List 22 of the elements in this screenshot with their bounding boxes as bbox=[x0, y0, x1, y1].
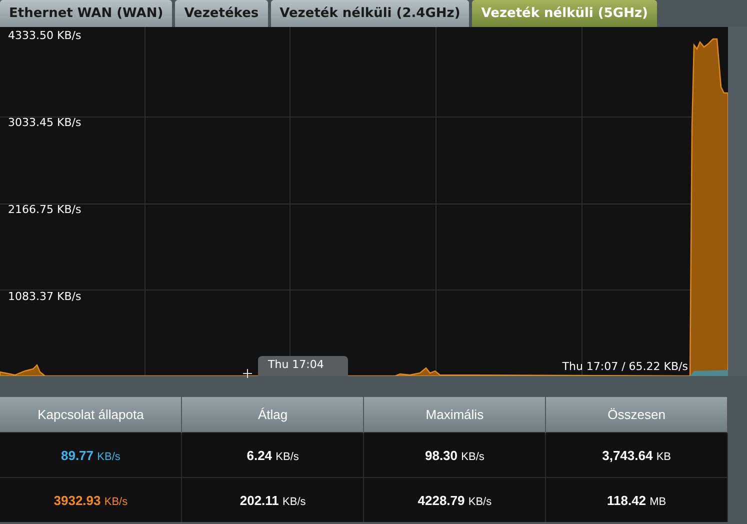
table-cell: 89.77 KB/s bbox=[0, 432, 182, 478]
tab[interactable]: Vezetékes bbox=[175, 0, 268, 27]
table-cell: 4228.79 KB/s bbox=[364, 478, 546, 522]
axis-label: 3033.45 KB/s bbox=[8, 116, 82, 129]
column-header: Átlag bbox=[182, 397, 364, 432]
current-reading: Thu 17:07 / 65.22 KB/s bbox=[562, 360, 688, 373]
axis-label: 2166.75 KB/s bbox=[8, 203, 82, 216]
table-cell: 98.30 KB/s bbox=[364, 432, 546, 478]
column-header: Összesen bbox=[546, 397, 728, 432]
table-cell: 3,743.64 KB bbox=[546, 432, 728, 478]
axis-label: 4333.50 KB/s bbox=[8, 29, 82, 42]
table-cell: 202.11 KB/s bbox=[182, 478, 364, 522]
tooltip: Thu 17:04 bbox=[258, 356, 348, 376]
table-cell: 118.42 MB bbox=[546, 478, 728, 522]
tab[interactable]: Vezeték nélküli (2.4GHz) bbox=[270, 0, 470, 27]
upload-area bbox=[690, 370, 728, 376]
column-header: Maximális bbox=[364, 397, 546, 432]
column-header: Kapcsolat állapota bbox=[0, 397, 182, 432]
tab[interactable]: Ethernet WAN (WAN) bbox=[0, 0, 172, 27]
table-cell: 3932.93 KB/s bbox=[0, 478, 182, 522]
table-cell: 6.24 KB/s bbox=[182, 432, 364, 478]
axis-label: 1083.37 KB/s bbox=[8, 290, 82, 303]
